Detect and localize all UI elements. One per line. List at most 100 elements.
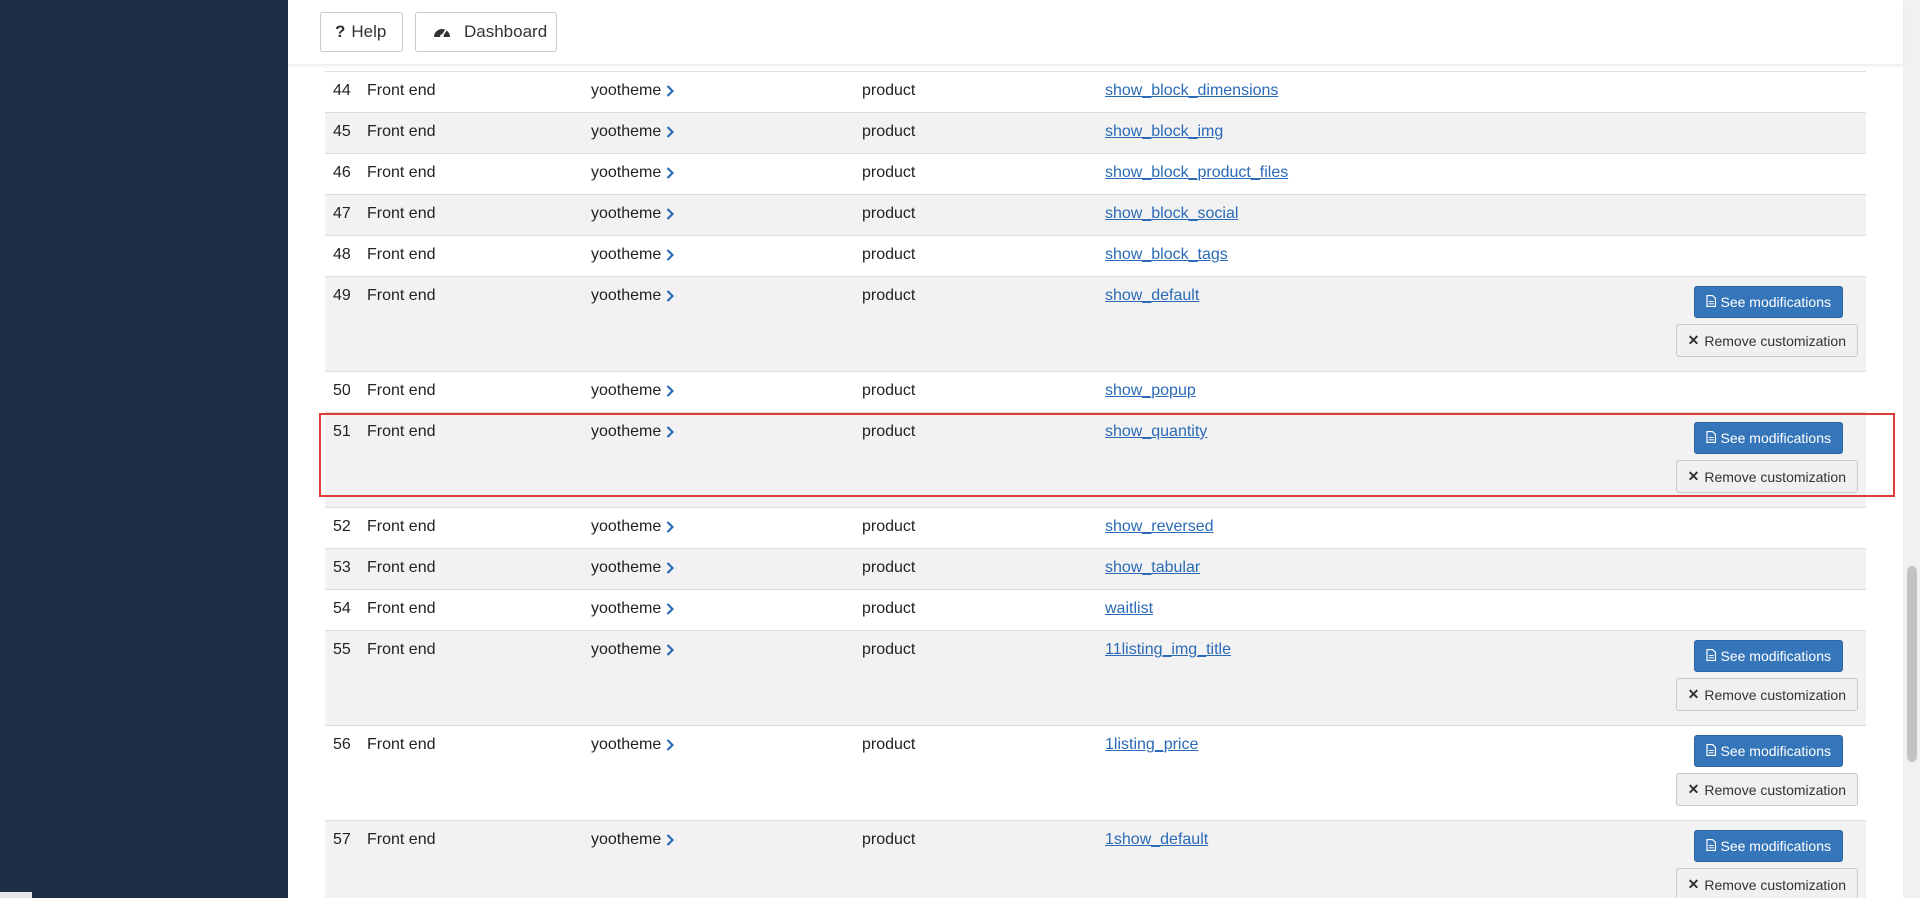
template-link[interactable]: yootheme	[591, 558, 675, 578]
template-link[interactable]: yootheme	[591, 517, 675, 537]
remove-customization-button[interactable]: ✕ Remove customization	[1675, 678, 1858, 711]
close-icon: ✕	[1687, 781, 1700, 797]
file-link[interactable]: show_block_product_files	[1105, 163, 1288, 183]
template-name: yootheme	[591, 600, 662, 617]
template-name: yootheme	[591, 423, 662, 440]
table-row: 55 Front end yootheme product 11listing_img_…	[325, 630, 1866, 725]
remove-customization-button[interactable]: ✕ Remove customization	[1675, 868, 1858, 898]
chevron-right-icon	[666, 122, 675, 142]
chevron-right-icon	[666, 422, 675, 442]
row-number: 52	[333, 518, 351, 535]
see-modifications-label: See modifications	[1720, 294, 1831, 310]
see-modifications-button[interactable]: See modifications	[1694, 640, 1843, 672]
row-number: 49	[333, 287, 351, 304]
chevron-right-icon	[666, 381, 675, 401]
scrollbar-thumb[interactable]	[1907, 566, 1917, 762]
row-number: 54	[333, 600, 351, 617]
row-location: Front end	[367, 82, 436, 99]
remove-customization-button[interactable]: ✕ Remove customization	[1675, 773, 1858, 806]
overrides-table: 44 Front end yootheme product show_block_dim…	[325, 71, 1866, 898]
row-view: product	[862, 831, 916, 848]
chevron-right-icon	[666, 204, 675, 224]
see-modifications-button[interactable]: See modifications	[1694, 830, 1843, 862]
row-location: Front end	[367, 123, 436, 140]
template-link[interactable]: yootheme	[591, 640, 675, 660]
toolbar: ? Help Dashboard	[288, 0, 1903, 64]
see-modifications-button[interactable]: See modifications	[1694, 286, 1843, 318]
chevron-right-icon	[666, 81, 675, 101]
close-icon: ✕	[1687, 686, 1700, 702]
sidebar	[0, 0, 288, 898]
template-link[interactable]: yootheme	[591, 381, 675, 401]
close-icon: ✕	[1687, 332, 1700, 348]
chevron-right-icon	[666, 163, 675, 183]
chevron-right-icon	[666, 245, 675, 265]
row-view: product	[862, 423, 916, 440]
file-link[interactable]: show_block_tags	[1105, 245, 1228, 265]
file-link[interactable]: 1show_default	[1105, 830, 1208, 850]
row-location: Front end	[367, 382, 436, 399]
dashboard-button[interactable]: Dashboard	[415, 12, 557, 52]
template-link[interactable]: yootheme	[591, 245, 675, 265]
table-row: 48 Front end yootheme product show_block_tag…	[325, 235, 1866, 276]
row-number: 56	[333, 736, 351, 753]
template-name: yootheme	[591, 246, 662, 263]
file-link[interactable]: show_block_dimensions	[1105, 81, 1278, 101]
template-name: yootheme	[591, 205, 662, 222]
table-row: 50 Front end yootheme product show_popup	[325, 371, 1866, 412]
remove-customization-label: Remove customization	[1704, 781, 1846, 798]
file-link[interactable]: show_popup	[1105, 381, 1196, 401]
template-link[interactable]: yootheme	[591, 735, 675, 755]
template-link[interactable]: yootheme	[591, 422, 675, 442]
template-name: yootheme	[591, 641, 662, 658]
row-number: 44	[333, 82, 351, 99]
chevron-right-icon	[666, 735, 675, 755]
file-link[interactable]: show_tabular	[1105, 558, 1200, 578]
table-row: 52 Front end yootheme product show_reversed	[325, 507, 1866, 548]
template-name: yootheme	[591, 831, 662, 848]
row-number: 46	[333, 164, 351, 181]
chevron-right-icon	[666, 558, 675, 578]
row-location: Front end	[367, 518, 436, 535]
row-view: product	[862, 205, 916, 222]
template-link[interactable]: yootheme	[591, 830, 675, 850]
template-name: yootheme	[591, 82, 662, 99]
row-location: Front end	[367, 736, 436, 753]
file-link[interactable]: show_default	[1105, 286, 1199, 306]
file-link[interactable]: show_quantity	[1105, 422, 1207, 442]
file-icon	[1706, 430, 1717, 446]
row-number: 50	[333, 382, 351, 399]
template-link[interactable]: yootheme	[591, 599, 675, 619]
help-button[interactable]: ? Help	[320, 12, 403, 52]
template-link[interactable]: yootheme	[591, 286, 675, 306]
row-view: product	[862, 82, 916, 99]
see-modifications-label: See modifications	[1720, 838, 1831, 854]
row-location: Front end	[367, 205, 436, 222]
template-link[interactable]: yootheme	[591, 204, 675, 224]
file-link[interactable]: show_reversed	[1105, 517, 1214, 537]
row-number: 45	[333, 123, 351, 140]
file-link[interactable]: show_block_social	[1105, 204, 1238, 224]
remove-customization-button[interactable]: ✕ Remove customization	[1675, 324, 1858, 357]
file-link[interactable]: 1listing_price	[1105, 735, 1198, 755]
row-view: product	[862, 559, 916, 576]
chevron-right-icon	[666, 286, 675, 306]
row-view: product	[862, 382, 916, 399]
file-link[interactable]: waitlist	[1105, 599, 1153, 619]
see-modifications-button[interactable]: See modifications	[1694, 735, 1843, 767]
table-row: 51 Front end yootheme product show_quantity S…	[325, 412, 1866, 507]
row-view: product	[862, 246, 916, 263]
remove-customization-label: Remove customization	[1704, 686, 1846, 703]
template-link[interactable]: yootheme	[591, 81, 675, 101]
remove-customization-button[interactable]: ✕ Remove customization	[1675, 460, 1858, 493]
see-modifications-button[interactable]: See modifications	[1694, 422, 1843, 454]
file-link[interactable]: 11listing_img_title	[1105, 640, 1231, 660]
template-link[interactable]: yootheme	[591, 163, 675, 183]
chevron-right-icon	[666, 640, 675, 660]
scrollbar[interactable]	[1903, 0, 1920, 898]
template-link[interactable]: yootheme	[591, 122, 675, 142]
row-location: Front end	[367, 641, 436, 658]
table-row: 56 Front end yootheme product 1listing_price…	[325, 725, 1866, 820]
row-number: 48	[333, 246, 351, 263]
file-link[interactable]: show_block_img	[1105, 122, 1223, 142]
